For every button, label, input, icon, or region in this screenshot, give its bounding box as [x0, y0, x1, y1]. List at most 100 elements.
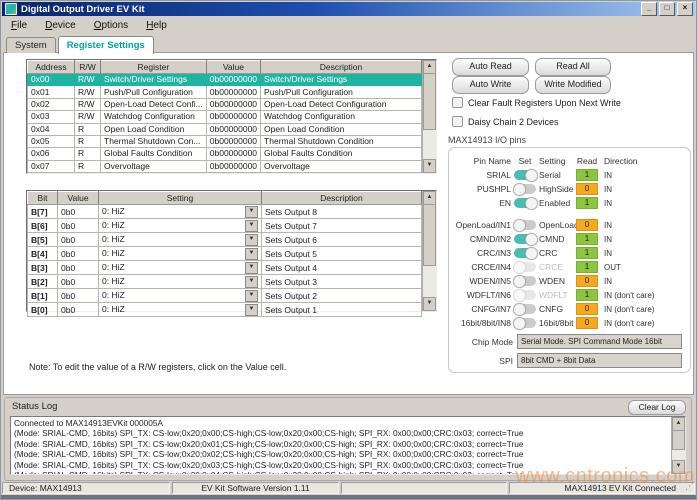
read-indicator: 1: [576, 233, 598, 245]
spi-value: 8bit CMD + 8bit Data: [517, 353, 682, 368]
read-indicator: 1: [576, 197, 598, 209]
cell-rw: R/W: [75, 111, 101, 123]
pin-toggle[interactable]: [514, 276, 536, 286]
scrollbar-thumb[interactable]: [423, 73, 436, 130]
setting-dropdown-icon[interactable]: ▼: [245, 290, 258, 302]
register-table-scrollbar[interactable]: ▲ ▼: [422, 60, 436, 173]
cell-bit-description: Sets Output 6: [262, 233, 422, 247]
pin-toggle[interactable]: [514, 318, 536, 328]
menu-file[interactable]: File: [2, 19, 36, 32]
tab-system[interactable]: System: [6, 37, 56, 53]
setting-dropdown-icon[interactable]: ▼: [245, 220, 258, 232]
menu-options[interactable]: Options: [85, 19, 137, 32]
write-modified-button[interactable]: Write Modified: [535, 76, 611, 94]
cell-value[interactable]: 0b00000000: [206, 98, 260, 110]
io-pin-row: 16bit/8bit/IN816bit/8bit0IN (don't care): [455, 316, 686, 330]
tab-register-settings[interactable]: Register Settings: [58, 36, 154, 54]
cell-rw: R: [75, 135, 101, 147]
pin-toggle[interactable]: [514, 184, 536, 194]
scroll-down-icon[interactable]: ▼: [423, 297, 436, 311]
bit-row: B[7]0b0▼0: HiZSets Output 8: [28, 205, 422, 219]
pin-direction: IN: [599, 221, 612, 230]
scroll-down-icon[interactable]: ▼: [423, 159, 436, 173]
cell-rw: R: [75, 148, 101, 160]
pin-toggle[interactable]: [514, 198, 536, 208]
setting-dropdown-icon[interactable]: ▼: [245, 276, 258, 288]
cell-address: 0x01: [28, 86, 75, 98]
menu-help[interactable]: Help: [137, 19, 176, 32]
header-pin-name: Pin Name: [455, 156, 511, 166]
setting-dropdown-icon[interactable]: ▼: [245, 248, 258, 260]
scroll-down-icon[interactable]: ▼: [672, 460, 685, 474]
pin-setting-label: CMND: [539, 234, 575, 244]
cell-value[interactable]: 0b00000000: [206, 86, 260, 98]
cell-setting: ▼0: HiZ: [99, 205, 262, 219]
window-title: Digital Output Driver EV Kit: [21, 4, 639, 15]
pin-toggle[interactable]: [514, 234, 536, 244]
maximize-button-icon[interactable]: □: [659, 2, 675, 16]
chip-mode-value: Serial Mode. SPI Command Mode 16bit: [517, 334, 682, 349]
read-indicator: 1: [576, 261, 598, 273]
auto-read-button[interactable]: Auto Read: [452, 58, 529, 76]
register-row[interactable]: 0x04ROpen Load Condition0b00000000Open L…: [28, 123, 422, 135]
cell-address: 0x07: [28, 160, 75, 172]
scroll-up-icon[interactable]: ▲: [423, 60, 436, 74]
cell-value[interactable]: 0b00000000: [206, 111, 260, 123]
register-row[interactable]: 0x00R/WSwitch/Driver Settings0b00000000S…: [28, 74, 422, 86]
minimize-button-icon[interactable]: _: [641, 2, 657, 16]
toggle-knob-icon: [513, 303, 526, 316]
auto-write-button[interactable]: Auto Write: [452, 76, 529, 94]
io-pin-row: CNFG/IN7CNFG0IN (don't care): [455, 302, 686, 316]
bit-table-scrollbar[interactable]: ▲ ▼: [422, 191, 436, 311]
register-row[interactable]: 0x02R/WOpen-Load Detect Confi...0b000000…: [28, 98, 422, 110]
pin-toggle[interactable]: [514, 304, 536, 314]
register-row[interactable]: 0x07ROvervoltage0b00000000Overvoltage: [28, 160, 422, 172]
title-bar: Digital Output Driver EV Kit _ □ ×: [2, 2, 695, 16]
register-row[interactable]: 0x03R/WWatchdog Configuration0b00000000W…: [28, 111, 422, 123]
status-log-scrollbar[interactable]: ▲ ▼: [671, 417, 685, 474]
clear-log-button[interactable]: Clear Log: [628, 400, 686, 415]
scrollbar-thumb[interactable]: [423, 204, 436, 266]
scrollbar-thumb[interactable]: [672, 430, 685, 450]
toggle-knob-icon: [513, 275, 526, 288]
header-set: Set: [511, 156, 539, 166]
daisy-chain-checkbox[interactable]: Daisy Chain 2 Devices: [452, 116, 559, 127]
register-row[interactable]: 0x05RThermal Shutdown Con...0b00000000Th…: [28, 135, 422, 147]
cell-value[interactable]: 0b00000000: [206, 74, 260, 86]
io-pin-row: ENEnabled1IN: [455, 196, 686, 210]
register-row[interactable]: 0x06RGlobal Faults Condition0b00000000Gl…: [28, 148, 422, 160]
cell-register: Overvoltage: [101, 160, 207, 172]
checkbox-icon[interactable]: [452, 116, 463, 127]
menu-device[interactable]: Device: [36, 19, 85, 32]
checkbox-icon[interactable]: [452, 97, 463, 108]
cell-setting: ▼0: HiZ: [99, 303, 262, 317]
read-indicator: 1: [576, 247, 598, 259]
cell-value[interactable]: 0b00000000: [206, 123, 260, 135]
log-line: (Mode: SRIAL-CMD, 16bits) SPI_TX: CS-low…: [14, 439, 668, 449]
resize-grip-icon[interactable]: ⋰: [685, 481, 694, 492]
setting-dropdown-icon[interactable]: ▼: [245, 262, 258, 274]
cell-bit-value: 0b0: [58, 205, 99, 219]
cell-bit-value: 0b0: [58, 233, 99, 247]
setting-dropdown-icon[interactable]: ▼: [245, 304, 258, 316]
register-row[interactable]: 0x01R/WPush/Pull Configuration0b00000000…: [28, 86, 422, 98]
cell-value[interactable]: 0b00000000: [206, 148, 260, 160]
close-button-icon[interactable]: ×: [677, 2, 693, 16]
read-all-button[interactable]: Read All: [535, 58, 611, 76]
pin-setting-label: CRCE: [539, 262, 575, 272]
scroll-up-icon[interactable]: ▲: [423, 191, 436, 205]
io-pin-row: SRIALSerial1IN: [455, 168, 686, 182]
pin-toggle: [514, 290, 536, 300]
clear-fault-checkbox[interactable]: Clear Fault Registers Upon Next Write: [452, 97, 621, 108]
setting-dropdown-icon[interactable]: ▼: [245, 234, 258, 246]
cell-value[interactable]: 0b00000000: [206, 160, 260, 172]
toggle-knob-icon: [513, 289, 526, 302]
scroll-up-icon[interactable]: ▲: [672, 417, 685, 431]
setting-dropdown-icon[interactable]: ▼: [245, 206, 258, 218]
pin-toggle[interactable]: [514, 248, 536, 258]
pin-toggle[interactable]: [514, 170, 536, 180]
pin-toggle[interactable]: [514, 220, 536, 230]
toggle-knob-icon: [513, 317, 526, 330]
cell-value[interactable]: 0b00000000: [206, 135, 260, 147]
read-indicator: 0: [576, 219, 598, 231]
